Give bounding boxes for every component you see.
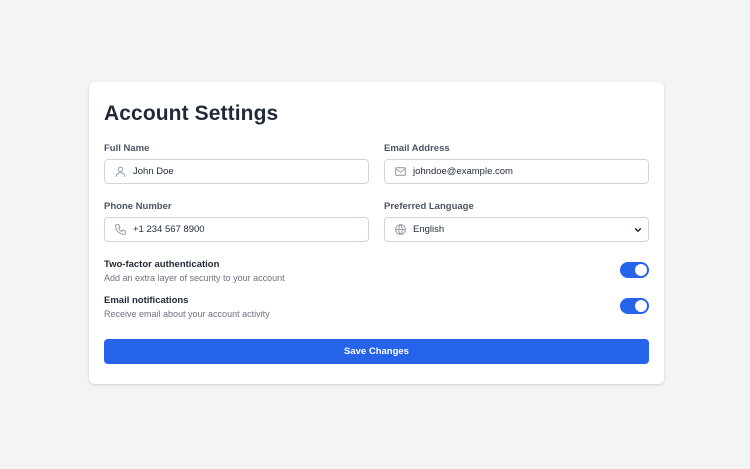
phone-input[interactable]: +1 234 567 8900 — [104, 217, 369, 242]
language-field: Preferred Language English — [384, 201, 649, 242]
email-notifications-description: Receive email about your account activit… — [104, 309, 270, 319]
email-field: Email Address johndoe@example.com — [384, 143, 649, 184]
two-factor-row: Two-factor authentication Add an extra l… — [104, 259, 649, 283]
email-input[interactable]: johndoe@example.com — [384, 159, 649, 184]
email-notifications-toggle[interactable] — [620, 298, 649, 314]
full-name-field: Full Name John Doe — [104, 143, 369, 184]
full-name-value: John Doe — [133, 166, 174, 177]
chevron-down-icon[interactable] — [633, 225, 643, 235]
phone-icon — [113, 223, 127, 237]
page-title: Account Settings — [104, 102, 279, 125]
phone-label: Phone Number — [104, 201, 172, 212]
email-value: johndoe@example.com — [413, 166, 513, 177]
language-value: English — [413, 224, 445, 235]
save-changes-button[interactable]: Save Changes — [104, 339, 649, 364]
user-icon — [113, 165, 127, 179]
toggle-knob — [635, 300, 647, 312]
two-factor-title: Two-factor authentication — [104, 259, 220, 270]
language-select[interactable]: English — [384, 217, 649, 242]
globe-icon — [393, 223, 407, 237]
phone-value: +1 234 567 8900 — [133, 224, 205, 235]
two-factor-description: Add an extra layer of security to your a… — [104, 273, 285, 283]
full-name-label: Full Name — [104, 143, 150, 154]
phone-field: Phone Number +1 234 567 8900 — [104, 201, 369, 242]
language-label: Preferred Language — [384, 201, 474, 212]
email-notifications-title: Email notifications — [104, 295, 189, 306]
mail-icon — [393, 165, 407, 179]
two-factor-toggle[interactable] — [620, 262, 649, 278]
full-name-input[interactable]: John Doe — [104, 159, 369, 184]
email-notifications-row: Email notifications Receive email about … — [104, 295, 649, 319]
toggle-knob — [635, 264, 647, 276]
account-settings-card: Account Settings Full Name John Doe Emai… — [89, 82, 664, 384]
email-label: Email Address — [384, 143, 450, 154]
